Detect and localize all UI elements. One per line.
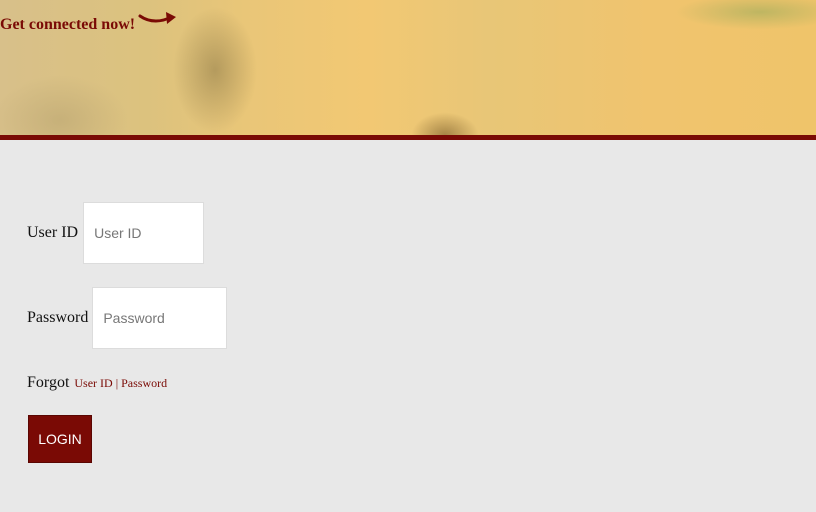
user-id-label: User ID — [27, 224, 79, 241]
header-banner: Get connected now! — [0, 0, 816, 140]
forgot-label: Forgot — [27, 374, 70, 391]
login-button[interactable]: LOGIN — [28, 415, 92, 463]
password-label: Password — [27, 309, 89, 326]
forgot-password-link[interactable]: Password — [121, 376, 167, 391]
user-id-input[interactable] — [83, 202, 205, 264]
user-id-row: User ID — [27, 202, 205, 264]
forgot-user-id-link[interactable]: User ID — [74, 376, 112, 391]
password-row: Password — [27, 287, 228, 349]
forgot-separator: | — [115, 375, 119, 390]
banner-tagline: Get connected now! — [0, 16, 136, 33]
curved-arrow-icon — [138, 12, 176, 24]
forgot-row: Forgot User ID | Password — [27, 374, 167, 392]
password-input[interactable] — [92, 287, 228, 349]
